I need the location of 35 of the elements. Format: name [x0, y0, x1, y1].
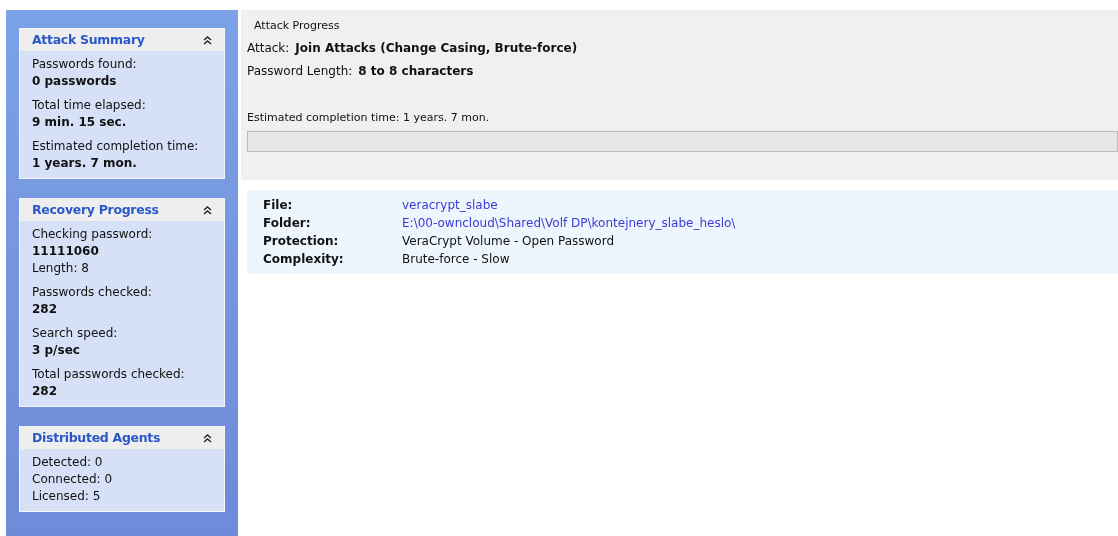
group-title: Attack Progress [253, 19, 341, 32]
stat-label: Passwords checked: [32, 284, 153, 301]
attack-value: Join Attacks (Change Casing, Brute-force) [295, 40, 578, 57]
stat-value: 282 [32, 301, 59, 318]
detail-value: Brute-force - Slow [402, 251, 511, 268]
collapse-icon[interactable] [203, 205, 212, 215]
stat-line: Connected: 0 [32, 471, 114, 488]
stat-line: Length: 8 [32, 260, 90, 277]
stat-label: Search speed: [32, 325, 119, 342]
detail-link[interactable]: E:\00-owncloud\Shared\Volf DP\kontejnery_slabe_heslo\ [402, 214, 1118, 232]
stat-label: Estimated completion time: [32, 138, 200, 155]
detail-value: VeraCrypt Volume - Open Password [402, 233, 615, 250]
stat-line: Detected: 0 [32, 454, 104, 471]
stat-label: Total time elapsed: [32, 97, 147, 114]
length-value: 8 to 8 characters [358, 63, 474, 80]
detail-label: File: [263, 197, 294, 214]
detail-label: Complexity: [263, 251, 345, 268]
collapse-icon[interactable] [203, 433, 212, 443]
length-label: Password Length: [247, 63, 353, 80]
attack-label: Attack: [247, 40, 290, 57]
stat-value: 1 years. 7 mon. [32, 155, 138, 172]
detail-link[interactable]: veracrypt_slabe [402, 196, 1118, 214]
stat-value: 3 p/sec [32, 342, 81, 359]
detail-label: Folder: [263, 215, 312, 232]
stat-label: Checking password: [32, 226, 154, 243]
stat-line: Licensed: 5 [32, 488, 102, 505]
collapse-icon[interactable] [203, 35, 212, 45]
detail-label: Protection: [263, 233, 340, 250]
stat-label: Total passwords checked: [32, 366, 186, 383]
stat-value: 0 passwords [32, 73, 118, 90]
stat-label: Passwords found: [32, 56, 138, 73]
estimate-text: Estimated completion time: 1 years. 7 mon. [247, 110, 491, 126]
stat-value: 9 min. 15 sec. [32, 114, 128, 131]
stat-value: 282 [32, 383, 59, 400]
stat-value: 11111060 [32, 243, 100, 260]
